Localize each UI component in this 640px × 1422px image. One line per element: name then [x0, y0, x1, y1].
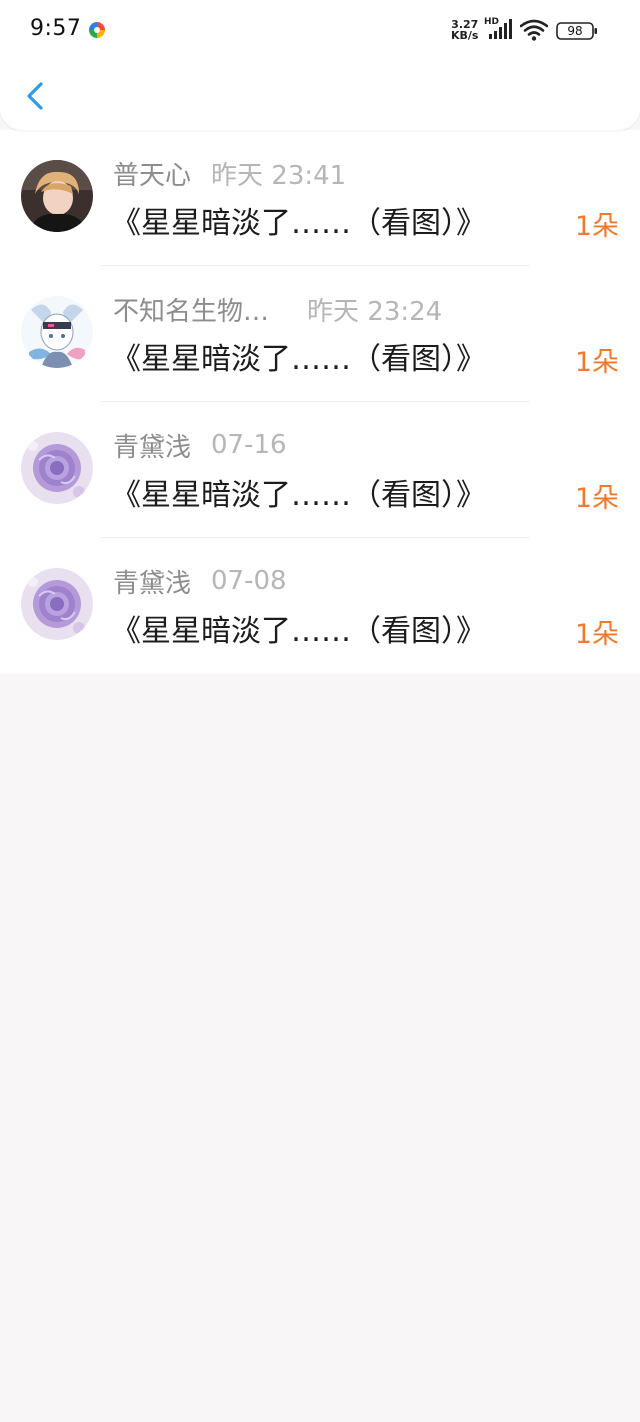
flower-count: 1朵: [574, 347, 619, 378]
battery-icon: 98: [556, 21, 598, 41]
flower-count: 1朵: [574, 483, 619, 514]
user-name[interactable]: 青黛浅: [113, 563, 191, 600]
signal-icon: HD: [484, 17, 514, 41]
avatar[interactable]: [21, 160, 93, 232]
list-item[interactable]: 青黛浅 07-16 《星星暗淡了……（看图）》 1朵: [0, 402, 640, 538]
wifi-icon: [520, 19, 548, 41]
list-item[interactable]: 不知名生物… 昨天 23:24 《星星暗淡了……（看图）》 1朵: [0, 266, 640, 402]
post-title[interactable]: 《星星暗淡了……（看图）》: [111, 198, 486, 242]
flower-count: 1朵: [574, 619, 619, 650]
post-title[interactable]: 《星星暗淡了……（看图）》: [111, 334, 486, 378]
avatar[interactable]: [21, 296, 93, 368]
status-bar: 9:57 3.27 KB/s HD 98: [0, 0, 640, 62]
chevron-left-icon: [27, 82, 43, 110]
post-title[interactable]: 《星星暗淡了……（看图）》: [111, 470, 486, 514]
user-name[interactable]: 不知名生物…: [113, 291, 269, 328]
record-meta: 不知名生物… 昨天 23:24: [113, 291, 443, 328]
status-time: 9:57: [30, 16, 82, 41]
list-item[interactable]: 普天心 昨天 23:41 《星星暗淡了……（看图）》 1朵: [0, 130, 640, 266]
back-button[interactable]: [18, 76, 58, 116]
record-time: 昨天 23:41: [211, 160, 347, 191]
record-meta: 青黛浅 07-16: [113, 427, 287, 464]
record-time: 07-08: [211, 566, 287, 596]
avatar[interactable]: [21, 568, 93, 640]
post-title[interactable]: 《星星暗淡了……（看图）》: [111, 606, 486, 650]
network-speed: 3.27 KB/s: [451, 19, 478, 41]
user-name[interactable]: 普天心: [113, 155, 191, 192]
record-meta: 普天心 昨天 23:41: [113, 155, 347, 192]
avatar[interactable]: [21, 432, 93, 504]
screen: 9:57 3.27 KB/s HD 98 普天心 昨天 23:41 《星星暗淡了…: [0, 0, 640, 1422]
app-notification-icon: [89, 22, 105, 38]
network-speed-unit: KB/s: [451, 29, 479, 42]
record-time: 07-16: [211, 430, 287, 460]
record-time: 昨天 23:24: [307, 296, 443, 327]
user-name[interactable]: 青黛浅: [113, 427, 191, 464]
battery-level: 98: [567, 24, 583, 38]
flower-count: 1朵: [574, 211, 619, 242]
flower-record-list: 普天心 昨天 23:41 《星星暗淡了……（看图）》 1朵 不知名生物… 昨天 …: [0, 130, 640, 674]
top-bar: 9:57 3.27 KB/s HD 98: [0, 0, 640, 130]
list-item[interactable]: 青黛浅 07-08 《星星暗淡了……（看图）》 1朵: [0, 538, 640, 674]
record-meta: 青黛浅 07-08: [113, 563, 287, 600]
